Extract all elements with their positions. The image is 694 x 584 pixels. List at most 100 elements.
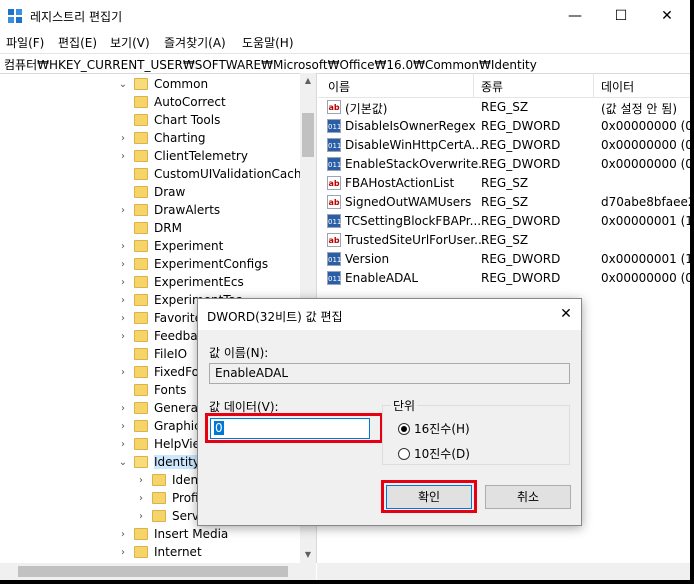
tree-item[interactable]: › ExperimentConfigs	[118, 255, 268, 273]
value-data: 0x00000000 (0)	[601, 157, 690, 171]
chevron-right-icon[interactable]: ›	[118, 331, 128, 342]
value-type: REG_SZ	[481, 195, 529, 209]
tree-item[interactable]: › Experiment	[118, 237, 223, 255]
tree-item[interactable]: › Graphics	[118, 417, 207, 435]
registry-value-row[interactable]: 011 Version REG_DWORD 0x00000001 (1)	[318, 250, 690, 269]
maximize-button[interactable]: ☐	[598, 0, 644, 32]
folder-icon	[134, 312, 148, 324]
folder-icon	[134, 78, 148, 90]
tree-item[interactable]: › General	[118, 399, 201, 417]
dec-radio[interactable]: 10진수(D)	[398, 445, 470, 462]
tree-item[interactable]: AutoCorrect	[118, 93, 226, 111]
folder-icon	[134, 384, 148, 396]
menu-favorites[interactable]: 즐겨찾기(A)	[164, 34, 226, 51]
registry-value-row[interactable]: ab (기본값) REG_SZ (값 설정 안 됨)	[318, 98, 690, 117]
scroll-down-icon[interactable]: ▼	[300, 547, 316, 563]
folder-icon	[134, 186, 148, 198]
registry-value-row[interactable]: 011 DisableWinHttpCertA... REG_DWORD 0x0000…	[318, 136, 690, 155]
chevron-right-icon[interactable]: ›	[136, 511, 146, 522]
chevron-right-icon[interactable]: ›	[136, 493, 146, 504]
tree-item[interactable]: › DrawAlerts	[118, 201, 220, 219]
value-data: (값 설정 안 됨)	[601, 102, 678, 116]
radio-checked-icon[interactable]	[398, 422, 410, 435]
column-divider[interactable]	[593, 73, 594, 97]
value-data-input[interactable]: 0	[210, 418, 370, 439]
tree-item[interactable]: › Internet	[118, 543, 202, 561]
tree-item-label: Insert Media	[154, 527, 229, 541]
cancel-button[interactable]: 취소	[485, 485, 571, 509]
tree-item[interactable]: ⌄ Common	[118, 75, 208, 93]
address-path[interactable]: 컴퓨터₩HKEY_CURRENT_USER₩SOFTWARE₩Microsoft…	[4, 56, 537, 73]
registry-value-row[interactable]: 011 TCSettingBlockFBAPr... REG_DWORD 0x0000…	[318, 212, 690, 231]
address-bar[interactable]: 컴퓨터₩HKEY_CURRENT_USER₩SOFTWARE₩Microsoft…	[0, 53, 690, 74]
tree-item[interactable]: DRM	[118, 219, 182, 237]
value-type: REG_DWORD	[481, 138, 561, 152]
chevron-right-icon[interactable]: ›	[118, 205, 128, 216]
chevron-right-icon[interactable]: ›	[118, 133, 128, 144]
scroll-up-icon[interactable]: ▲	[300, 73, 316, 89]
tree-item[interactable]: Draw	[118, 183, 185, 201]
tree-item-label: DrawAlerts	[154, 203, 221, 217]
registry-value-row[interactable]: ab TrustedSiteUrlForUser... REG_SZ	[318, 231, 690, 250]
tree-item[interactable]: FileIO	[118, 345, 187, 363]
chevron-right-icon[interactable]: ›	[118, 421, 128, 432]
close-button[interactable]: ✕	[644, 0, 690, 32]
chevron-right-icon[interactable]: ›	[118, 403, 128, 414]
chevron-right-icon[interactable]: ›	[118, 151, 128, 162]
chevron-right-icon[interactable]: ›	[118, 295, 128, 306]
tree-item[interactable]: Chart Tools	[118, 111, 220, 129]
registry-value-row[interactable]: ab SignedOutWAMUsers REG_SZ d70abe8bfaee2	[318, 193, 690, 212]
chevron-down-icon[interactable]: ⌄	[118, 457, 128, 468]
tree-item-label: ClientTelemetry	[154, 149, 248, 163]
chevron-right-icon[interactable]: ›	[118, 367, 128, 378]
registry-value-row[interactable]: 011 EnableADAL REG_DWORD 0x00000000 (0)	[318, 269, 690, 288]
ok-button[interactable]: 확인	[386, 485, 472, 509]
value-data: 0x00000001 (1)	[601, 252, 690, 266]
binary-value-icon: 011	[327, 252, 341, 266]
list-horizontal-scrollbar[interactable]	[317, 563, 690, 580]
radio-unchecked-icon[interactable]	[398, 447, 410, 460]
chevron-right-icon[interactable]: ›	[118, 547, 128, 558]
chevron-right-icon[interactable]: ›	[118, 277, 128, 288]
chevron-right-icon[interactable]: ›	[118, 313, 128, 324]
folder-icon	[134, 168, 148, 180]
registry-value-row[interactable]: ab FBAHostActionList REG_SZ	[318, 174, 690, 193]
tree-item[interactable]: › ExperimentEcs	[118, 273, 244, 291]
registry-editor-icon	[8, 9, 22, 23]
menu-view[interactable]: 보기(V)	[110, 34, 150, 51]
tree-item-label: CustomUIValidationCache	[154, 167, 309, 181]
tree-item[interactable]: CustomUIValidationCache	[118, 165, 309, 183]
chevron-right-icon[interactable]: ›	[136, 475, 146, 486]
dialog-title-bar: DWORD(32비트) 값 편집 ✕	[198, 299, 581, 330]
tree-item[interactable]: Fonts	[118, 381, 186, 399]
tree-item[interactable]: › ClientTelemetry	[118, 147, 248, 165]
tree-scroll-thumb[interactable]	[302, 113, 314, 157]
menu-help[interactable]: 도움말(H)	[242, 34, 294, 51]
tree-item[interactable]: › Favorites	[118, 309, 208, 327]
tree-item[interactable]: ⌄ Identity	[118, 453, 200, 471]
column-type-header[interactable]: 종류	[481, 78, 503, 95]
hex-radio[interactable]: 16진수(H)	[398, 420, 470, 437]
tree-item-label: DRM	[154, 221, 182, 235]
chevron-right-icon[interactable]: ›	[118, 241, 128, 252]
chevron-right-icon[interactable]: ›	[118, 259, 128, 270]
registry-value-row[interactable]: 011 EnableStackOverwrite... REG_DWORD 0x000…	[318, 155, 690, 174]
menu-edit[interactable]: 편집(E)	[58, 34, 97, 51]
minimize-button[interactable]: —	[552, 0, 598, 32]
chevron-right-icon[interactable]: ›	[118, 529, 128, 540]
tree-horizontal-scrollbar[interactable]	[0, 563, 316, 580]
menu-file[interactable]: 파일(F)	[6, 34, 44, 51]
value-type: REG_DWORD	[481, 214, 561, 228]
column-name-header[interactable]: 이름	[328, 78, 350, 95]
chevron-down-icon[interactable]: ⌄	[118, 79, 128, 90]
column-divider[interactable]	[473, 73, 474, 97]
tree-item[interactable]: › Insert Media	[118, 525, 228, 543]
registry-value-row[interactable]: 011 DisableIsOwnerRegex REG_DWORD 0x0000000…	[318, 117, 690, 136]
tree-hscroll-thumb[interactable]	[18, 566, 288, 577]
tree-item[interactable]: › Charting	[118, 129, 206, 147]
value-data: 0x00000000 (0)	[601, 138, 690, 152]
column-data-header[interactable]: 데이터	[601, 78, 634, 95]
chevron-right-icon[interactable]: ›	[118, 439, 128, 450]
dialog-close-icon[interactable]: ✕	[551, 299, 581, 330]
folder-icon	[134, 546, 148, 558]
